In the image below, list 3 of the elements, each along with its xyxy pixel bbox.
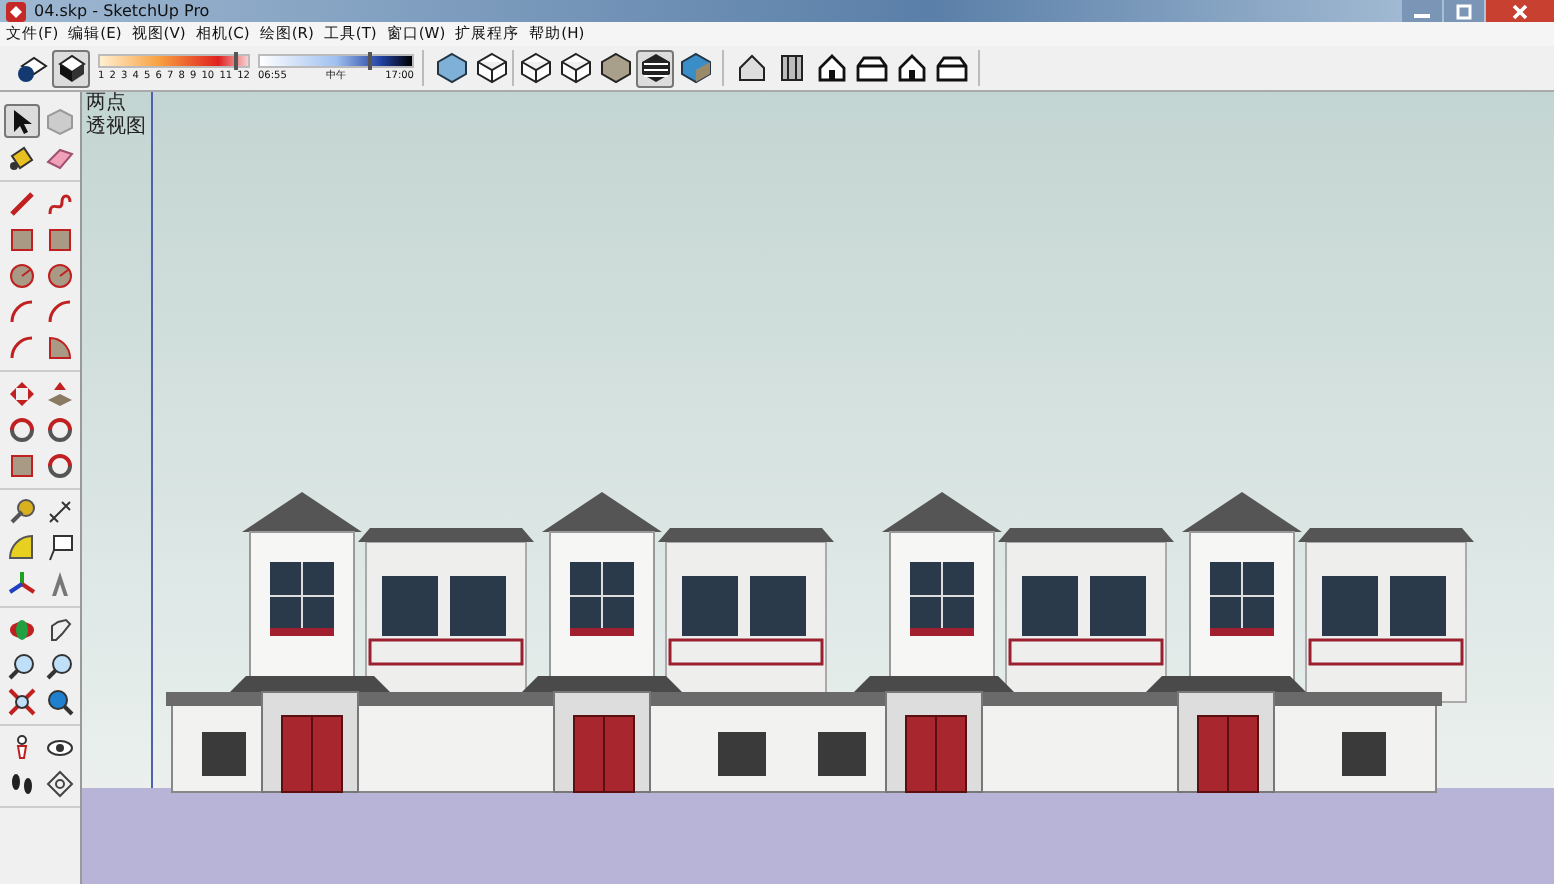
view-label: 透视图: [86, 116, 146, 140]
window-title: 04.skp - SketchUp Pro: [34, 1, 210, 21]
view-label: 两点: [86, 92, 128, 115]
